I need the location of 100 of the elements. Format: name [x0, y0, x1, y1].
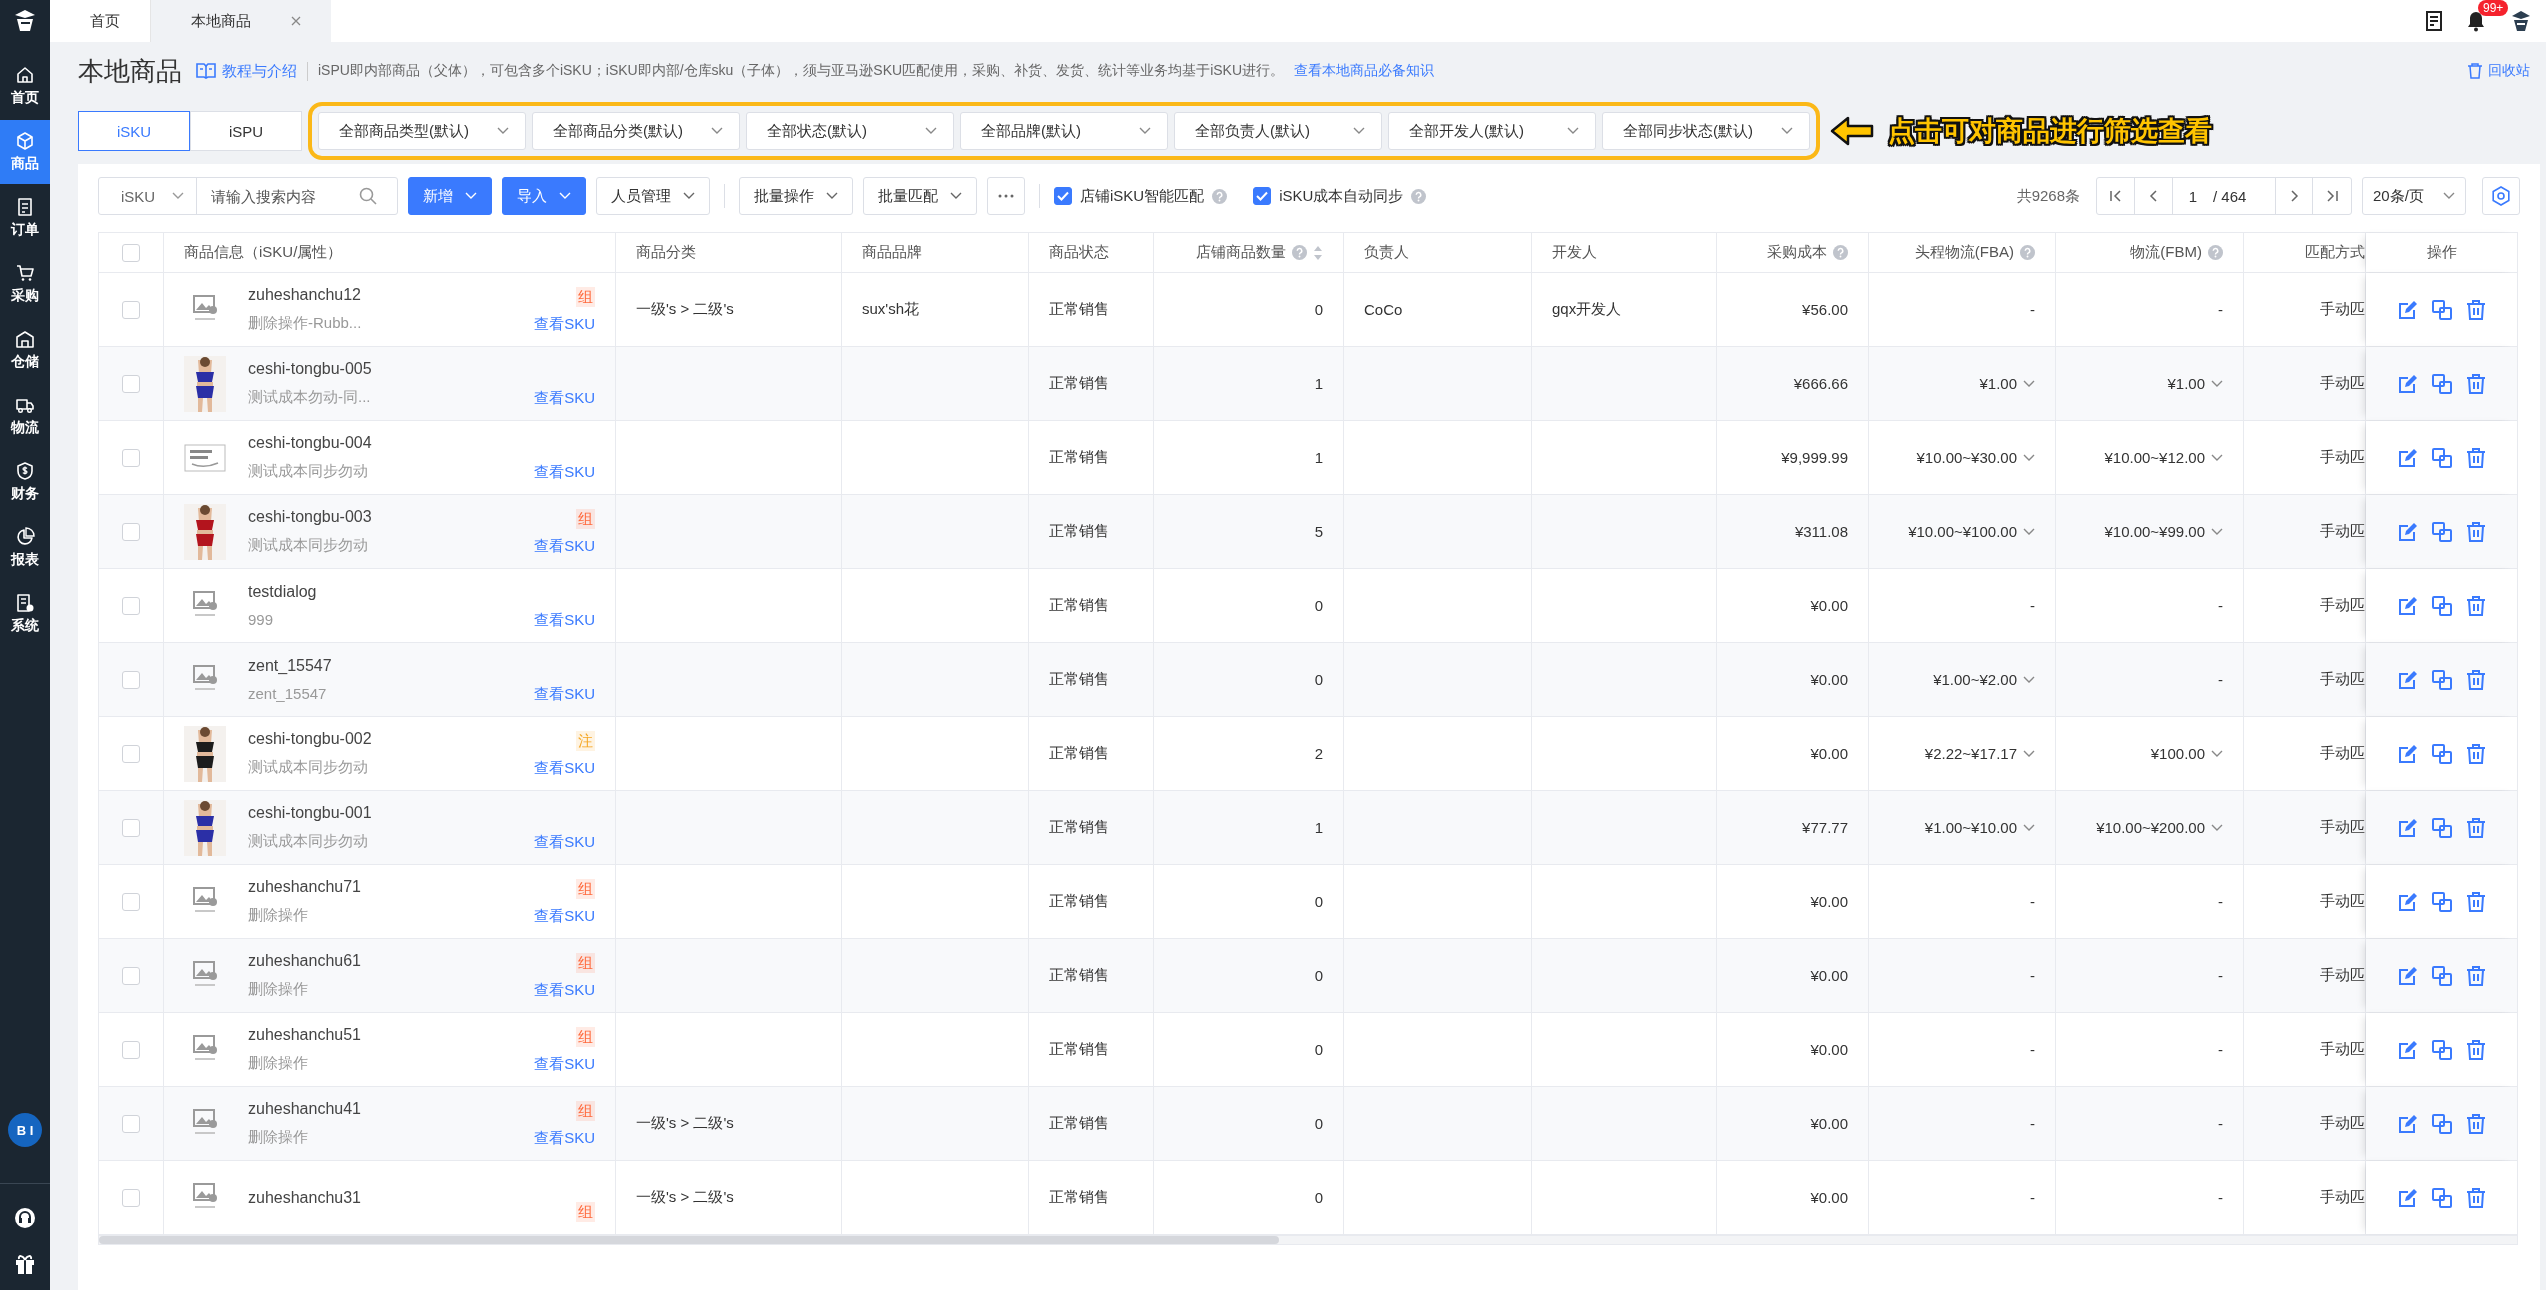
copy-icon[interactable] — [2431, 743, 2452, 764]
copy-icon[interactable] — [2431, 1113, 2452, 1134]
trash-icon[interactable] — [2465, 1187, 2486, 1208]
trash-icon[interactable] — [2465, 447, 2486, 468]
view-sku-link[interactable]: 查看SKU — [534, 1128, 595, 1148]
edit-icon[interactable] — [2397, 447, 2418, 468]
copy-icon[interactable] — [2431, 595, 2452, 616]
bi-avatar[interactable]: B I — [8, 1113, 42, 1147]
page-size-select[interactable]: 20条/页 — [2362, 177, 2466, 215]
edit-icon[interactable] — [2397, 1113, 2418, 1134]
trash-icon[interactable] — [2465, 669, 2486, 690]
edit-icon[interactable] — [2397, 521, 2418, 542]
gift-icon[interactable] — [13, 1252, 37, 1276]
view-sku-link[interactable]: 查看SKU — [534, 1054, 595, 1074]
copy-icon[interactable] — [2431, 521, 2452, 542]
view-sku-link[interactable]: 查看SKU — [534, 684, 595, 704]
price-dropdown[interactable]: ¥10.00~¥12.00 — [2104, 449, 2223, 466]
edit-icon[interactable] — [2397, 743, 2418, 764]
page-tab[interactable]: 本地商品 — [191, 11, 251, 31]
price-dropdown[interactable]: ¥100.00 — [2150, 745, 2223, 762]
sidebar-item[interactable]: 采购 — [0, 252, 50, 316]
recycle-bin-link[interactable]: 回收站 — [2467, 62, 2540, 80]
trash-icon[interactable] — [2465, 521, 2486, 542]
search-scope-select[interactable]: iSKU — [99, 178, 197, 214]
view-sku-link[interactable]: 查看SKU — [534, 906, 595, 926]
guide-link[interactable]: 教程与介绍 — [196, 61, 308, 81]
edit-icon[interactable] — [2397, 299, 2418, 320]
trash-icon[interactable] — [2465, 595, 2486, 616]
copy-icon[interactable] — [2431, 447, 2452, 468]
filter-dropdown[interactable]: 全部同步状态(默认) — [1602, 112, 1810, 150]
price-dropdown[interactable]: ¥10.00~¥100.00 — [1908, 523, 2035, 540]
filter-dropdown[interactable]: 全部负责人(默认) — [1174, 112, 1382, 150]
filter-dropdown[interactable]: 全部商品分类(默认) — [532, 112, 740, 150]
edit-icon[interactable] — [2397, 1039, 2418, 1060]
settings-icon[interactable] — [2490, 185, 2512, 207]
edit-icon[interactable] — [2397, 595, 2418, 616]
edit-icon[interactable] — [2397, 1187, 2418, 1208]
filter-dropdown[interactable]: 全部商品类型(默认) — [318, 112, 526, 150]
filter-dropdown[interactable]: 全部状态(默认) — [746, 112, 954, 150]
edit-icon[interactable] — [2397, 965, 2418, 986]
copy-icon[interactable] — [2431, 1187, 2452, 1208]
bell-icon[interactable] — [2466, 10, 2486, 32]
sidebar-item[interactable]: 商品 — [0, 120, 50, 184]
sidebar-item[interactable]: 财务 — [0, 450, 50, 514]
edit-icon[interactable] — [2397, 817, 2418, 838]
toolbar-button[interactable]: 人员管理 — [596, 177, 710, 215]
toolbar-button[interactable]: 新增 — [408, 177, 492, 215]
edit-icon[interactable] — [2397, 669, 2418, 690]
price-dropdown[interactable]: ¥1.00~¥10.00 — [1924, 819, 2035, 836]
sidebar-item[interactable]: 首页 — [0, 54, 50, 118]
price-dropdown[interactable]: ¥10.00~¥200.00 — [2096, 819, 2223, 836]
sidebar-item[interactable]: 系统 — [0, 582, 50, 646]
sidebar-item[interactable]: 仓储 — [0, 318, 50, 382]
copy-icon[interactable] — [2431, 299, 2452, 320]
toolbar-button[interactable]: 导入 — [502, 177, 586, 215]
copy-icon[interactable] — [2431, 891, 2452, 912]
copy-icon[interactable] — [2431, 373, 2452, 394]
sidebar-item[interactable]: 报表 — [0, 516, 50, 580]
copy-icon[interactable] — [2431, 1039, 2452, 1060]
toolbar-button[interactable]: 批量匹配 — [863, 177, 977, 215]
close-icon[interactable] — [291, 16, 301, 26]
filter-dropdown[interactable]: 全部开发人(默认) — [1388, 112, 1596, 150]
trash-icon[interactable] — [2465, 743, 2486, 764]
view-sku-link[interactable]: 查看SKU — [534, 462, 595, 482]
edit-icon[interactable] — [2397, 373, 2418, 394]
price-dropdown[interactable]: ¥1.00 — [2167, 375, 2223, 392]
view-sku-link[interactable]: 查看SKU — [534, 758, 595, 778]
trash-icon[interactable] — [2465, 1113, 2486, 1134]
trash-icon[interactable] — [2465, 817, 2486, 838]
page-tab[interactable]: 首页 — [90, 11, 120, 31]
trash-icon[interactable] — [2465, 891, 2486, 912]
view-sku-link[interactable]: 查看SKU — [534, 610, 595, 630]
view-sku-link[interactable]: 查看SKU — [534, 314, 595, 334]
view-tab[interactable]: iSPU — [190, 111, 302, 151]
trash-icon[interactable] — [2465, 965, 2486, 986]
trash-icon[interactable] — [2465, 299, 2486, 320]
price-dropdown[interactable]: ¥1.00 — [1979, 375, 2035, 392]
copy-icon[interactable] — [2431, 817, 2452, 838]
checkbox[interactable] — [1253, 187, 1272, 205]
copy-icon[interactable] — [2431, 965, 2452, 986]
view-sku-link[interactable]: 查看SKU — [534, 536, 595, 556]
view-sku-link[interactable]: 查看SKU — [534, 980, 595, 1000]
price-dropdown[interactable]: ¥2.22~¥17.17 — [1924, 745, 2035, 762]
edit-icon[interactable] — [2397, 891, 2418, 912]
trash-icon[interactable] — [2465, 1039, 2486, 1060]
price-dropdown[interactable]: ¥10.00~¥30.00 — [1916, 449, 2035, 466]
filter-dropdown[interactable]: 全部品牌(默认) — [960, 112, 1168, 150]
price-dropdown[interactable]: ¥1.00~¥2.00 — [1933, 671, 2035, 688]
knowledge-link[interactable]: 查看本地商品必备知识 — [1294, 62, 1435, 80]
checkbox[interactable] — [1054, 187, 1072, 205]
sidebar-item[interactable]: 订单 — [0, 186, 50, 250]
trash-icon[interactable] — [2465, 373, 2486, 394]
view-tab[interactable]: iSKU — [78, 111, 190, 151]
support-icon[interactable] — [13, 1206, 37, 1230]
copy-icon[interactable] — [2431, 669, 2452, 690]
toolbar-button[interactable]: 批量操作 — [739, 177, 853, 215]
view-sku-link[interactable]: 查看SKU — [534, 388, 595, 408]
notepad-icon[interactable] — [2424, 10, 2444, 32]
view-sku-link[interactable]: 查看SKU — [534, 832, 595, 852]
sidebar-item[interactable]: 物流 — [0, 384, 50, 448]
